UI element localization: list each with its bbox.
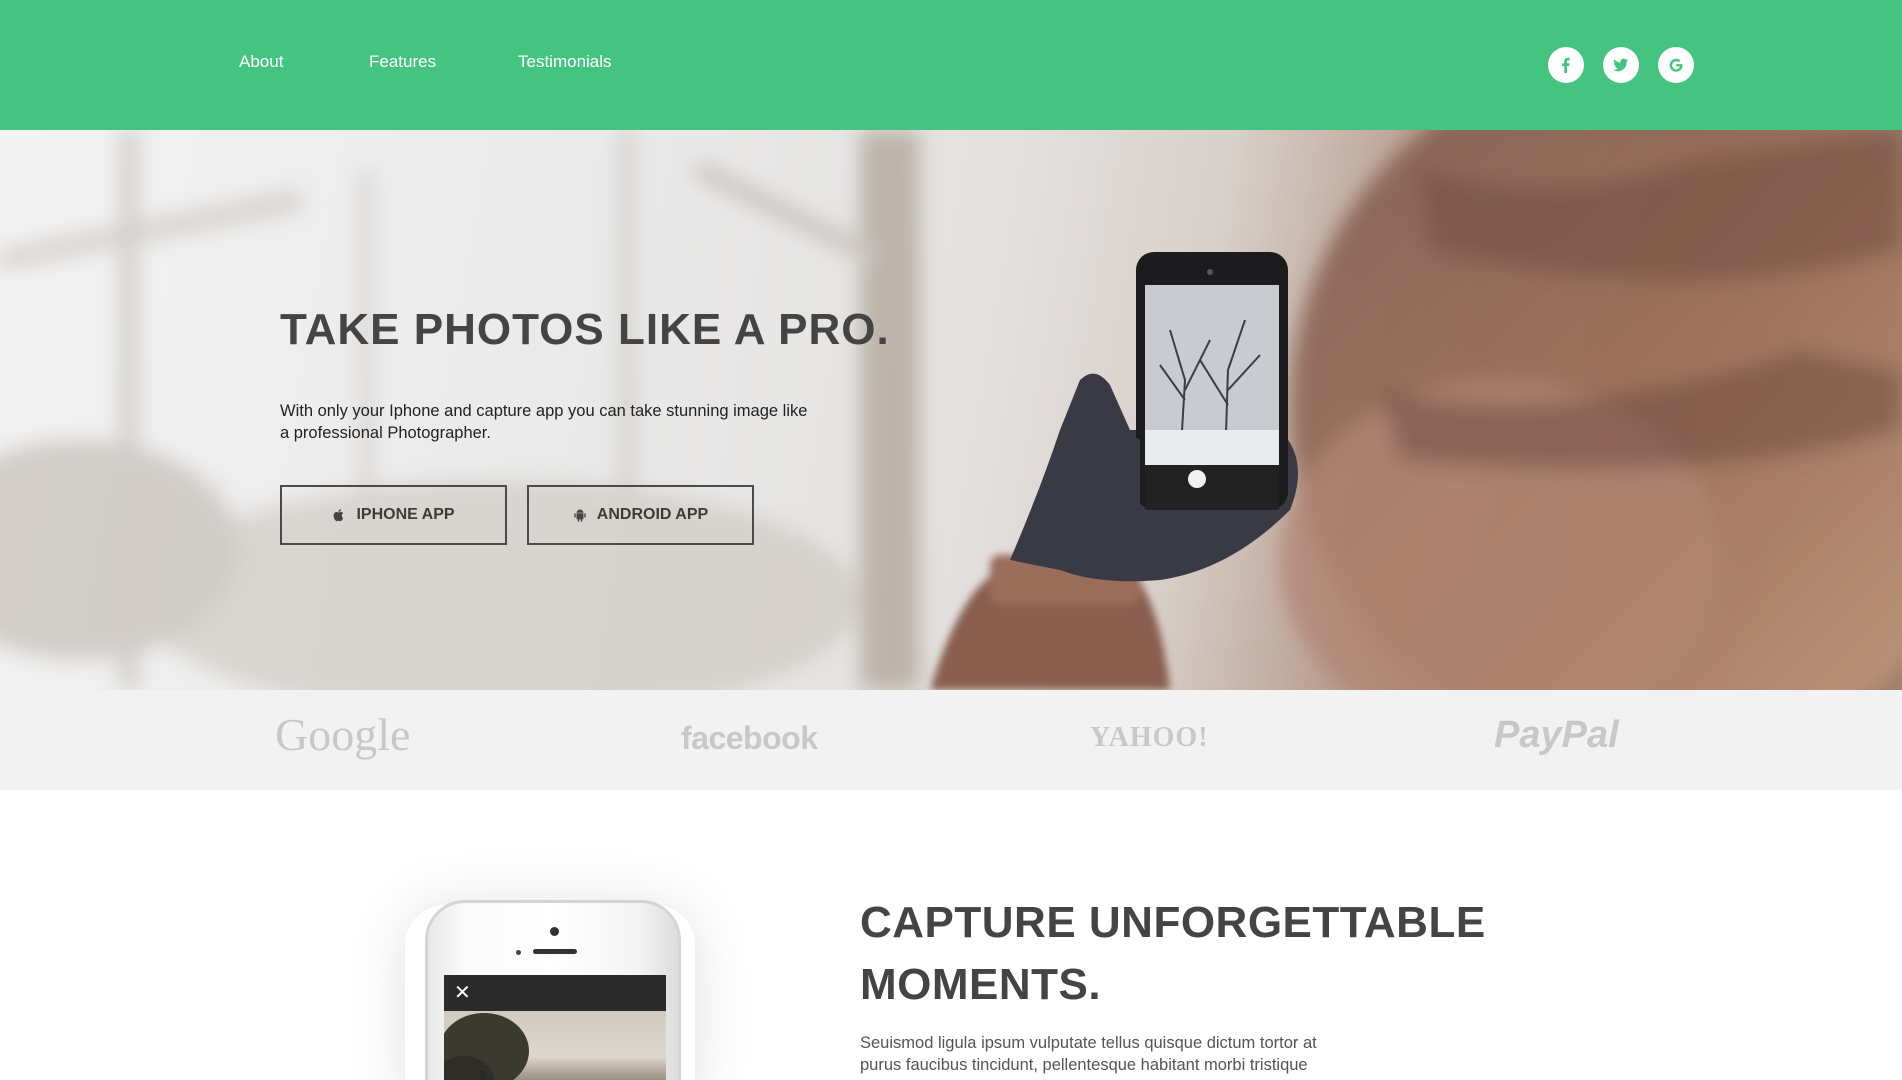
iphone-app-label: IPHONE APP (356, 506, 455, 523)
twitter-button[interactable] (1603, 47, 1639, 83)
hero-description: With only your Iphone and capture app yo… (280, 402, 808, 442)
screen-photo (444, 1011, 666, 1080)
paypal-logo: PayPal (1494, 714, 1619, 756)
feature-title: CAPTURE UNFORGETTABLE MOMENTS. (860, 898, 1486, 1009)
android-app-button[interactable]: ANDROID APP (527, 485, 754, 545)
iphone-app-button[interactable]: IPHONE APP (280, 485, 507, 545)
phone-sensor (516, 950, 521, 955)
phone-screen: ✕ (444, 975, 666, 1080)
google-logo: Google (275, 709, 411, 760)
nav-link-about[interactable]: About (239, 52, 283, 72)
phone-camera (550, 927, 559, 936)
feature-description: Seuismod ligula ipsum vulputate tellus q… (860, 1034, 1317, 1074)
android-icon (574, 508, 586, 522)
yahoo-logo: YAHOO! (1090, 722, 1209, 753)
iphone-mockup: ✕ (425, 900, 681, 1080)
nav-link-features[interactable]: Features (369, 52, 436, 72)
nav-link-testimonials[interactable]: Testimonials (518, 52, 612, 72)
facebook-icon (1562, 57, 1570, 73)
phone-speaker (533, 949, 577, 954)
google-button[interactable] (1658, 47, 1694, 83)
hero-section: TAKE PHOTOS LIKE A PRO. With only your I… (0, 130, 1902, 690)
facebook-logo: facebook (681, 720, 818, 756)
top-navbar: About Features Testimonials (0, 0, 1902, 130)
twitter-icon (1613, 58, 1629, 72)
facebook-button[interactable] (1548, 47, 1584, 83)
hero-title: TAKE PHOTOS LIKE A PRO. (280, 305, 890, 354)
screen-top-bar: ✕ (444, 975, 666, 1011)
apple-icon (334, 509, 344, 522)
partner-logos-strip: Google facebook YAHOO! PayPal (0, 690, 1902, 790)
tree-photo (444, 1013, 529, 1080)
android-app-label: ANDROID APP (596, 506, 709, 523)
close-icon: ✕ (454, 982, 471, 1004)
google-icon (1669, 58, 1683, 72)
